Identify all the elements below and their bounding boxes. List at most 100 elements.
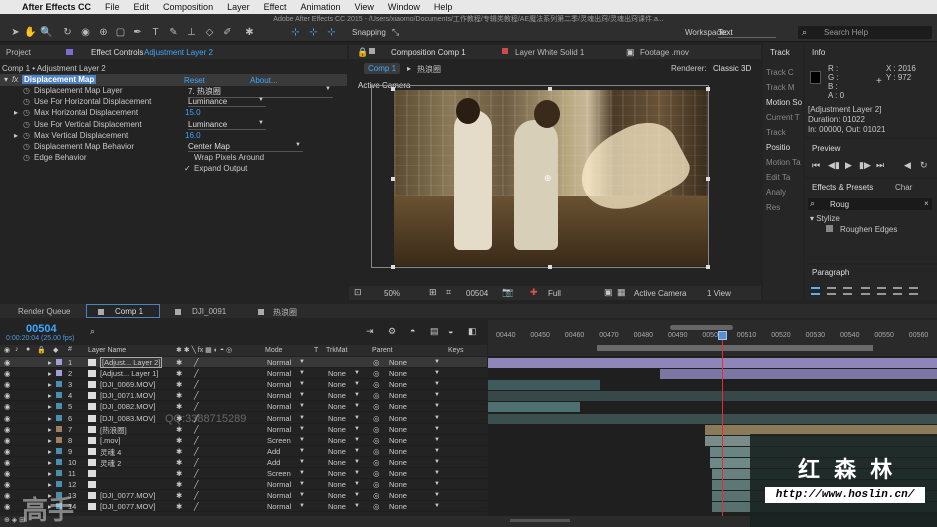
pen-tool-icon[interactable]: ✒ (132, 27, 143, 38)
shy-switch-icon[interactable]: ✱ (176, 458, 182, 467)
handle[interactable] (548, 87, 552, 91)
table-row[interactable]: ◉ ▸ 2 [Adjust... Layer 1] ✱ ╱ Normal ▼ None ▼ ◎ Non… (0, 368, 487, 380)
label-color-swatch[interactable] (56, 392, 62, 399)
parent-dropdown[interactable]: None (389, 402, 407, 411)
chevron-down-icon[interactable]: ▼ (434, 415, 440, 421)
subtab-comp1[interactable]: Comp 1 (364, 63, 400, 74)
tracker-item[interactable]: Current T (766, 113, 800, 122)
table-row[interactable]: ◉ ▸ 11 ✱ ╱ Screen ▼ None ▼ ◎ None ▼ (0, 468, 487, 479)
handle[interactable] (391, 265, 395, 269)
lock-column-icon[interactable]: 🔒 (37, 346, 46, 354)
prev-frame-icon[interactable]: ◀▮ (828, 160, 840, 171)
quality-switch-icon[interactable]: ╱ (194, 502, 199, 511)
trkmat-dropdown[interactable]: None (328, 502, 346, 511)
anchor-point-icon[interactable]: ⊕ (544, 173, 552, 184)
menu-help[interactable]: Help (434, 2, 453, 12)
layer-duration-bar[interactable] (488, 413, 937, 424)
tab-heatwave[interactable]: 热浪圈 (273, 307, 297, 318)
audio-icon[interactable]: ◀ (904, 160, 911, 171)
stopwatch-icon[interactable]: ◷ (23, 131, 30, 140)
tracker-item[interactable]: Edit Ta (766, 173, 790, 182)
stopwatch-icon[interactable]: ◷ (23, 120, 30, 129)
zoom-slider[interactable] (670, 325, 733, 330)
renderer-value[interactable]: Classic 3D (713, 64, 751, 73)
chevron-down-icon[interactable]: ▼ (434, 492, 440, 498)
checkbox-icon[interactable]: ✓ (184, 164, 191, 173)
property-dropdown[interactable]: Center Map (188, 142, 303, 152)
tree-roughen-edges[interactable]: Roughen Edges (840, 225, 897, 234)
pickwhip-icon[interactable]: ◎ (373, 447, 380, 456)
fx-icon[interactable]: fx (12, 75, 18, 84)
switches-icons[interactable]: ✱ ✱ ╲ fx ▦ ◐ ◓ ◎ (176, 346, 232, 354)
chevron-down-icon[interactable]: ▼ (299, 392, 305, 398)
handle[interactable] (706, 265, 710, 269)
col-keys[interactable]: Keys (448, 347, 464, 354)
draft-3d-icon[interactable]: ⚙ (388, 326, 396, 337)
resolution-dropdown[interactable]: Full (548, 289, 561, 298)
pickwhip-icon[interactable]: ◎ (373, 491, 380, 500)
mode-dropdown[interactable]: Normal (267, 402, 291, 411)
handle[interactable] (548, 265, 552, 269)
pickwhip-icon[interactable]: ◎ (373, 358, 380, 367)
label-color-swatch[interactable] (56, 359, 62, 365)
quality-switch-icon[interactable]: ╱ (194, 391, 199, 400)
grid-icon[interactable]: ⌗ (446, 287, 451, 298)
stopwatch-icon[interactable]: ◷ (23, 86, 30, 95)
quality-switch-icon[interactable]: ╱ (194, 402, 199, 411)
tracker-item[interactable]: Motion Ta (766, 158, 801, 167)
comp-flowchart-icon[interactable]: ⇥ (366, 326, 374, 337)
trkmat-dropdown[interactable]: None (328, 402, 346, 411)
work-area-bar[interactable] (597, 345, 873, 351)
label-color-swatch[interactable] (56, 414, 62, 421)
mode-dropdown[interactable]: Normal (267, 425, 291, 434)
loop-icon[interactable]: ↻ (920, 160, 928, 171)
trkmat-dropdown[interactable]: None (328, 458, 346, 467)
audio-icon[interactable]: ♪ (15, 346, 19, 353)
expand-arrow-icon[interactable]: ▸ (48, 447, 52, 456)
brush-tool-icon[interactable]: ✎ (168, 27, 179, 38)
tab-comp1[interactable]: Comp 1 (115, 307, 143, 316)
chevron-down-icon[interactable]: ▼ (434, 392, 440, 398)
chevron-down-icon[interactable]: ▼ (258, 120, 264, 126)
expand-arrow-icon[interactable]: ▸ (14, 131, 18, 140)
pickwhip-icon[interactable]: ◎ (373, 414, 380, 423)
camera-dropdown[interactable]: Active Camera (634, 289, 686, 298)
pickwhip-icon[interactable]: ◎ (373, 391, 380, 400)
parent-dropdown[interactable]: None (389, 358, 407, 367)
chevron-down-icon[interactable]: ▼ (299, 503, 305, 509)
eye-icon[interactable]: ◉ (4, 391, 11, 400)
parent-dropdown[interactable]: None (389, 447, 407, 456)
about-link[interactable]: About... (250, 76, 278, 85)
eye-icon[interactable]: ◉ (4, 502, 11, 511)
app-name[interactable]: After Effects CC (22, 2, 91, 12)
quality-switch-icon[interactable]: ╱ (194, 369, 199, 378)
pickwhip-icon[interactable]: ◎ (373, 502, 380, 511)
justify-right-icon[interactable] (893, 287, 902, 295)
trkmat-dropdown[interactable]: None (328, 414, 346, 423)
tracker-item[interactable]: Analy (766, 188, 786, 197)
stopwatch-icon[interactable]: ◷ (23, 108, 30, 117)
parent-dropdown[interactable]: None (389, 391, 407, 400)
subtab-heatwave[interactable]: 热浪圈 (417, 64, 441, 75)
mode-dropdown[interactable]: Screen (267, 469, 291, 478)
table-row[interactable]: ◉ ▸ 4 [DJI_0071.MOV] ✱ ╱ Normal ▼ None ▼ ◎ None ▼ (0, 390, 487, 402)
tracker-item[interactable]: Track C (766, 68, 794, 77)
first-frame-icon[interactable]: ⏮ (812, 160, 820, 171)
eye-icon[interactable]: ◉ (4, 480, 11, 489)
property-checkbox[interactable]: Expand Output (194, 164, 247, 173)
label-color-swatch[interactable] (56, 470, 62, 476)
layer-duration-bar[interactable] (660, 369, 937, 380)
eye-icon[interactable]: ◉ (4, 358, 11, 367)
eraser-tool-icon[interactable]: ◇ (204, 27, 215, 38)
reset-link[interactable]: Reset (184, 76, 205, 85)
mode-dropdown[interactable]: Normal (267, 480, 291, 489)
menu-window[interactable]: Window (388, 2, 420, 12)
expand-arrow-icon[interactable]: ▸ (48, 480, 52, 489)
always-preview-icon[interactable]: ⊡ (354, 287, 362, 298)
tab-paragraph[interactable]: Paragraph (812, 268, 849, 277)
playhead-handle[interactable] (718, 331, 727, 340)
table-row[interactable]: ◉ ▸ 12 ✱ ╱ Normal ▼ None ▼ ◎ None ▼ (0, 479, 487, 491)
mode-dropdown[interactable]: Add (267, 458, 280, 467)
justify-center-icon[interactable] (877, 287, 886, 295)
frame-blend-icon[interactable]: ▤ (430, 326, 439, 337)
